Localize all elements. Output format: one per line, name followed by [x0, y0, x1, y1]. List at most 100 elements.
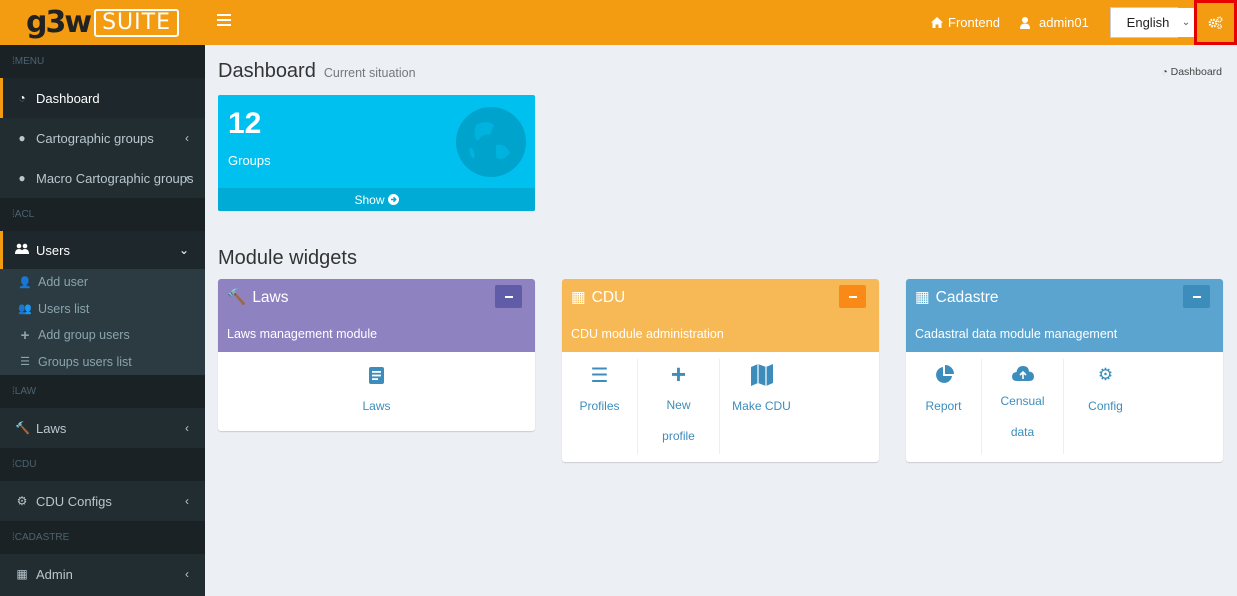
- stat-value: 12: [228, 107, 262, 140]
- building-icon: ▦: [571, 289, 586, 306]
- widget-description: Cadastral data module management: [915, 327, 1118, 341]
- laws-link[interactable]: Laws: [218, 359, 535, 431]
- users-submenu: 👤 Add user 👥 Users list + Add group user…: [0, 269, 205, 375]
- frontend-label: Frontend: [948, 15, 1001, 30]
- plus-icon: +: [20, 326, 30, 344]
- groups-stat-box: 12 Groups Show: [218, 95, 535, 211]
- brand-logo[interactable]: g3w SUITE: [0, 0, 205, 45]
- sidebar-item-label: Cartographic groups: [36, 130, 154, 146]
- sidebar-header-menu: ⁞ MENU: [0, 45, 205, 78]
- chevron-left-icon: ‹: [185, 494, 189, 508]
- user-menu[interactable]: admin01: [1020, 0, 1089, 45]
- sidebar-header-law: ⁞ LAW: [0, 375, 205, 408]
- gears-icon: [1208, 16, 1223, 29]
- widget-body: Report Censual data ⚙ Config: [906, 352, 1223, 462]
- chevron-left-icon: ‹: [185, 131, 189, 145]
- cloud-upload-icon: [1011, 359, 1034, 386]
- pie-chart-icon: [934, 359, 954, 391]
- sidebar-subitem-label: Users list: [38, 301, 90, 316]
- sidebar-item-label: Macro Cartographic groups: [36, 170, 194, 186]
- new-profile-link[interactable]: + New profile: [638, 359, 720, 454]
- map-icon: [750, 359, 773, 391]
- sidebar-item-macro-cartographic-groups[interactable]: ● Macro Cartographic groups ‹: [0, 158, 205, 198]
- link-label: Config: [1088, 399, 1123, 413]
- sidebar-item-label: Dashboard: [36, 90, 100, 106]
- widget-description: CDU module administration: [571, 327, 724, 341]
- sidebar-item-label: CDU Configs: [36, 493, 112, 509]
- sidebar-subitem-add-group-users[interactable]: + Add group users: [0, 322, 205, 349]
- collapse-button[interactable]: [1183, 285, 1210, 308]
- widget-description: Laws management module: [227, 327, 378, 341]
- sidebar-subitem-label: Add user: [38, 275, 89, 290]
- chevron-down-icon: ⌄: [178, 243, 189, 257]
- plus-icon: +: [670, 359, 687, 389]
- stat-label: Groups: [228, 153, 271, 168]
- sidebar-item-cartographic-groups[interactable]: ● Cartographic groups ‹: [0, 118, 205, 158]
- sidebar-subitem-add-user[interactable]: 👤 Add user: [0, 269, 205, 296]
- sidebar-item-laws[interactable]: 🔨 Laws ‹: [0, 408, 205, 448]
- sidebar-header-cdu: ⁞ CDU: [0, 448, 205, 481]
- sidebar-item-dashboard[interactable]: ◔ Dashboard: [0, 78, 205, 118]
- widget-laws: 🔨 Laws Laws management module Laws: [218, 279, 535, 431]
- sidebar-toggle-icon[interactable]: [217, 14, 231, 30]
- list-icon: ☰: [20, 356, 30, 369]
- show-more-link[interactable]: Show: [218, 188, 535, 211]
- page-subtitle: Current situation: [323, 66, 416, 80]
- user-name: admin01: [1039, 15, 1089, 30]
- gavel-icon: 🔨: [15, 421, 30, 435]
- sidebar-item-users[interactable]: Users ⌄: [0, 231, 205, 269]
- sidebar: ⁞ MENU ◔ Dashboard ● Cartographic groups …: [0, 45, 205, 596]
- widget-header: ▦ CDU CDU module administration: [562, 279, 879, 352]
- sidebar-header-cadastre: ⁞ CADASTRE: [0, 521, 205, 554]
- widget-cadastre: ▦ Cadastre Cadastral data module managem…: [906, 279, 1223, 462]
- make-cdu-link[interactable]: Make CDU: [720, 359, 803, 454]
- breadcrumb[interactable]: ◔ Dashboard: [1162, 66, 1222, 78]
- collapse-button[interactable]: [495, 285, 522, 308]
- sidebar-header-acl: ⁞ ACL: [0, 198, 205, 231]
- globe-icon: [456, 107, 526, 177]
- report-link[interactable]: Report: [906, 359, 982, 454]
- link-label: Profiles: [579, 399, 620, 413]
- globe-icon: ●: [18, 131, 26, 145]
- language-value: English: [1126, 15, 1170, 30]
- widget-header: 🔨 Laws Laws management module: [218, 279, 535, 352]
- chevron-down-icon[interactable]: ⌄: [1178, 7, 1195, 38]
- settings-button[interactable]: [1194, 0, 1237, 45]
- file-text-icon: [369, 359, 384, 391]
- brand-suffix: SUITE: [94, 8, 179, 37]
- profiles-link[interactable]: ☰ Profiles: [562, 359, 638, 454]
- page-title: Dashboard: [218, 60, 316, 82]
- widget-title: 🔨 Laws: [227, 288, 289, 307]
- frontend-link[interactable]: Frontend: [931, 0, 1000, 45]
- gavel-icon: 🔨: [227, 289, 247, 306]
- link-label: Laws: [362, 399, 391, 413]
- collapse-button[interactable]: [839, 285, 866, 308]
- users-icon: 👥: [18, 303, 32, 316]
- top-navbar: Frontend admin01 English ⌄: [205, 0, 1237, 45]
- user-plus-icon: 👤: [18, 276, 32, 289]
- sidebar-subitem-label: Groups users list: [38, 354, 132, 369]
- link-label: Censual data: [1000, 394, 1045, 439]
- widget-body: ☰ Profiles + New profile Make CDU: [562, 352, 879, 462]
- dashboard-icon: ◔: [1161, 66, 1168, 78]
- building-icon: ▦: [915, 289, 930, 306]
- user-icon: [1020, 16, 1030, 29]
- link-label: Make CDU: [732, 399, 791, 413]
- sidebar-item-label: Users: [36, 242, 70, 258]
- sidebar-item-label: Admin: [36, 566, 73, 582]
- home-icon: [931, 17, 943, 28]
- widget-header: ▦ Cadastre Cadastral data module managem…: [906, 279, 1223, 352]
- sidebar-item-cdu-configs[interactable]: ⚙ CDU Configs ‹: [0, 481, 205, 521]
- sidebar-subitem-label: Add group users: [38, 328, 130, 343]
- sidebar-subitem-users-list[interactable]: 👥 Users list: [0, 296, 205, 323]
- sidebar-subitem-groups-users-list[interactable]: ☰ Groups users list: [0, 349, 205, 376]
- modules-section-title: Module widgets: [218, 247, 357, 269]
- sidebar-item-admin[interactable]: ▦ Admin ‹: [0, 554, 205, 594]
- page-header: Dashboard Current situation: [218, 60, 416, 83]
- widget-cdu: ▦ CDU CDU module administration ☰ Profil…: [562, 279, 879, 462]
- link-label: Report: [925, 399, 962, 413]
- config-link[interactable]: ⚙ Config: [1064, 359, 1147, 454]
- chevron-left-icon: ‹: [185, 567, 189, 581]
- censual-data-link[interactable]: Censual data: [982, 359, 1064, 454]
- chevron-left-icon: ‹: [185, 421, 189, 435]
